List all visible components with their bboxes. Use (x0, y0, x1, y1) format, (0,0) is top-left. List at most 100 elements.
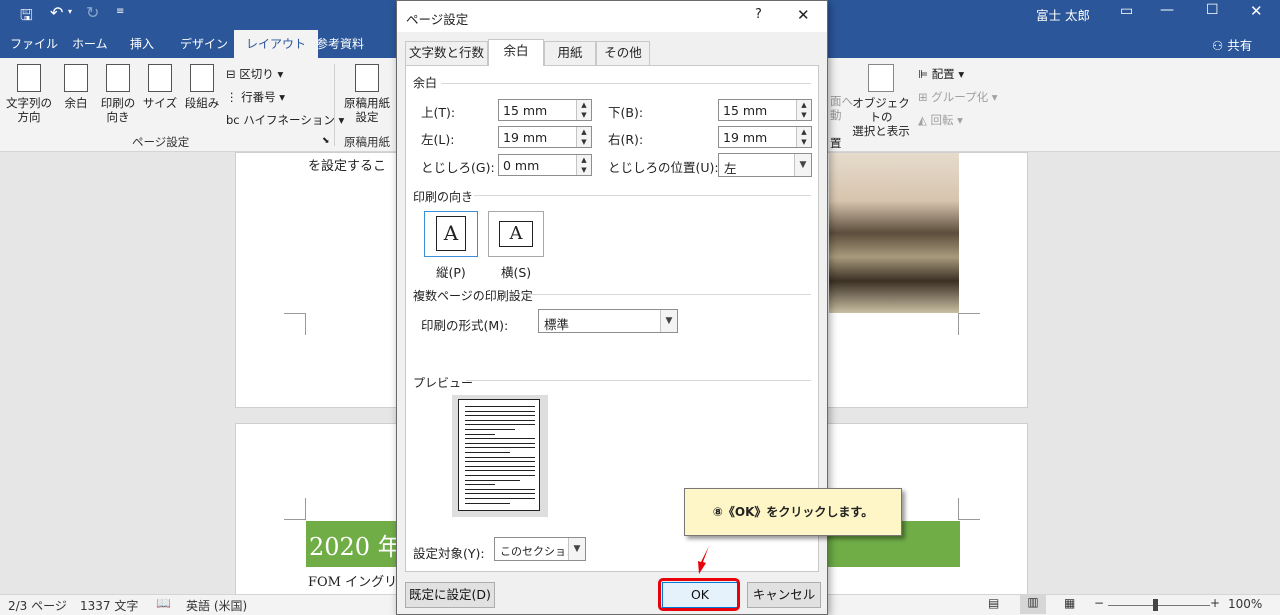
hyphenation-label: ハイフネーション (243, 113, 335, 127)
tab-insert[interactable]: 挿入 (130, 35, 154, 52)
preview-line (465, 461, 535, 463)
word-count[interactable]: 1337 文字 (80, 597, 138, 614)
right-margin-label: 右(R): (608, 132, 644, 147)
zoom-slider[interactable] (1108, 605, 1210, 606)
spinner-arrows-icon[interactable]: ▲ ▼ (576, 100, 591, 120)
multiple-pages-label: 印刷の形式(M): (421, 318, 509, 333)
tab-layout[interactable]: レイアウト (234, 30, 319, 58)
align-label: 配置 (931, 67, 955, 81)
manuscript-group-label: 原稿用紙 (344, 135, 390, 149)
margins-icon (64, 64, 88, 92)
page-count[interactable]: 2/3 ページ (8, 597, 67, 614)
multiple-pages-value: 標準 (544, 317, 570, 332)
zoom-slider-thumb[interactable] (1153, 599, 1158, 611)
crop-mark (958, 498, 980, 520)
portrait-option[interactable]: A (424, 211, 478, 257)
columns-label: 段組み (184, 96, 220, 110)
save-icon[interactable]: 🖫 (20, 5, 33, 30)
preview-line (465, 470, 535, 472)
spinner-arrows-icon[interactable]: ▲ ▼ (576, 127, 591, 147)
document-text-line: を設定するこ (308, 159, 387, 174)
document-image[interactable] (829, 153, 959, 313)
crop-mark (284, 498, 306, 520)
gutter-spinner[interactable]: 0 mm ▲ ▼ (498, 154, 592, 176)
gutter-position-select[interactable]: 左 ▼ (718, 153, 812, 177)
selection-pane-button[interactable]: オブジェクトの 選択と表示 (848, 64, 914, 138)
help-button[interactable]: ? (755, 7, 762, 22)
left-margin-spinner[interactable]: 19 mm ▲ ▼ (498, 126, 592, 148)
breaks-button[interactable]: ⊟ 区切り ▾ (226, 66, 283, 82)
gutter-position-label: とじしろの位置(U): (608, 160, 719, 175)
top-margin-label: 上(T): (421, 105, 456, 120)
dialog-close-button[interactable]: ✕ (797, 6, 810, 24)
preview-line (465, 475, 535, 476)
orientation-button[interactable]: 印刷の 向き (98, 64, 138, 124)
preview-line (465, 502, 510, 504)
spinner-arrows-icon[interactable]: ▲ ▼ (796, 127, 811, 147)
section-divider (474, 195, 811, 196)
cancel-button[interactable]: キャンセル (747, 582, 821, 608)
zoom-out-icon[interactable]: − (1094, 596, 1104, 610)
tab-other[interactable]: その他 (596, 41, 650, 65)
group-button: ⊞ グループ化 ▾ (918, 90, 998, 104)
multiple-pages-select[interactable]: 標準 ▼ (538, 309, 678, 333)
columns-icon (190, 64, 214, 92)
size-button[interactable]: サイズ (142, 64, 178, 110)
top-margin-spinner[interactable]: 15 mm ▲ ▼ (498, 99, 592, 121)
share-button[interactable]: ⚇ 共有 (1212, 35, 1252, 54)
hyphenation-icon: bc (226, 113, 244, 127)
spinner-arrows-icon[interactable]: ▲ ▼ (576, 155, 591, 175)
hyphenation-button[interactable]: bc ハイフネーション ▾ (226, 112, 344, 128)
customize-icon[interactable]: ≡ (116, 6, 124, 17)
right-margin-value: 19 mm (723, 130, 768, 145)
redo-icon: ↻ (86, 3, 100, 22)
set-default-button[interactable]: 既定に設定(D) (405, 582, 495, 608)
text-direction-label: 文字列の 方向 (6, 96, 52, 124)
right-margin-spinner[interactable]: 19 mm ▲ ▼ (718, 126, 812, 148)
preview-frame (452, 395, 548, 517)
left-margin-value: 19 mm (503, 130, 548, 145)
maximize-icon[interactable]: ☐ (1206, 2, 1219, 18)
tab-characters-lines[interactable]: 文字数と行数 (405, 41, 488, 65)
size-label: サイズ (142, 96, 178, 110)
portrait-label: 縦(P) (436, 265, 466, 280)
manuscript-button[interactable]: 原稿用紙 設定 (340, 64, 394, 124)
preview-line (465, 452, 510, 453)
ribbon-options-icon[interactable]: ▭ (1120, 3, 1133, 19)
tab-design[interactable]: デザイン (180, 35, 228, 52)
selection-pane-label: オブジェクトの 選択と表示 (852, 96, 910, 138)
line-numbers-button[interactable]: ⋮ 行番号 ▾ (226, 89, 285, 105)
bottom-margin-spinner[interactable]: 15 mm ▲ ▼ (718, 99, 812, 121)
line-numbers-label: 行番号 (241, 90, 276, 104)
dialog-launcher-icon[interactable]: ⬊ (322, 136, 330, 146)
zoom-level[interactable]: 100% (1228, 597, 1262, 611)
tab-paper[interactable]: 用紙 (544, 41, 596, 65)
zoom-in-icon[interactable]: + (1210, 596, 1220, 610)
align-button[interactable]: ⊫ 配置 ▾ (918, 66, 964, 82)
read-mode-icon[interactable]: ▤ (988, 596, 999, 610)
chevron-down-icon: ▼ (794, 154, 811, 176)
language-status[interactable]: 英語 (米国) (186, 597, 247, 614)
tab-file[interactable]: ファイル (10, 35, 58, 52)
tab-home[interactable]: ホーム (72, 35, 108, 52)
apply-to-select[interactable]: このセクション ▼ (494, 537, 586, 561)
section-divider (466, 380, 811, 381)
user-name[interactable]: 富士 太郎 (1036, 5, 1090, 24)
print-layout-icon[interactable]: ▥ (1020, 595, 1046, 614)
minimize-icon[interactable]: — (1160, 2, 1174, 18)
window-close-icon[interactable]: ✕ (1250, 2, 1263, 20)
spinner-arrows-icon[interactable]: ▲ ▼ (796, 100, 811, 120)
text-direction-button[interactable]: 文字列の 方向 (4, 64, 54, 124)
web-layout-icon[interactable]: ▦ (1064, 596, 1075, 610)
undo-dropdown-icon[interactable]: ▾ (68, 7, 72, 16)
columns-button[interactable]: 段組み (182, 64, 222, 110)
proofing-icon[interactable]: 📖 (156, 596, 171, 610)
undo-icon[interactable]: ↶ (50, 3, 63, 22)
landscape-option[interactable]: A (488, 211, 544, 257)
gutter-position-value: 左 (724, 161, 737, 176)
tab-margins[interactable]: 余白 (488, 39, 544, 66)
preview-line (465, 415, 535, 417)
bottom-margin-label: 下(B): (608, 105, 644, 120)
margins-button[interactable]: 余白 (60, 64, 92, 110)
tab-references[interactable]: 参考資料 (316, 35, 364, 52)
